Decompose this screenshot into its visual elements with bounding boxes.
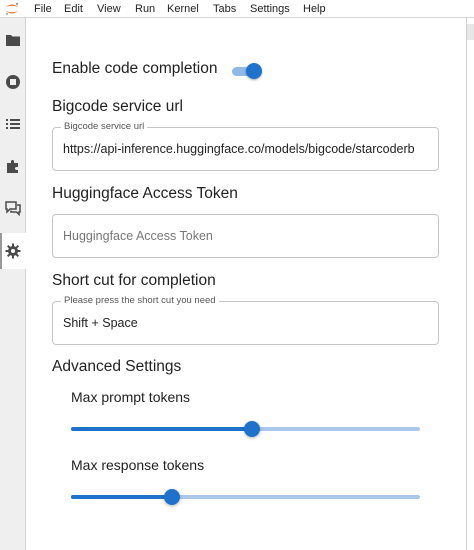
menu-edit[interactable]: Edit — [64, 2, 83, 16]
menu-view[interactable]: View — [97, 2, 121, 16]
toggle-thumb — [246, 63, 262, 79]
access-token-field[interactable]: Huggingface Access Token — [52, 214, 439, 258]
settings-panel: Enable code completion Bigcode service u… — [26, 18, 466, 550]
menu-file[interactable]: File — [34, 2, 52, 16]
max-response-tokens-slider[interactable] — [71, 488, 420, 506]
menu-tabs[interactable]: Tabs — [213, 2, 236, 16]
enable-completion-toggle[interactable] — [232, 63, 262, 79]
service-url-legend: Bigcode service url — [61, 121, 148, 132]
puzzle-icon[interactable] — [3, 156, 23, 176]
jupyter-logo-icon[interactable] — [4, 1, 20, 17]
folder-icon[interactable] — [3, 30, 23, 50]
max-response-tokens-label: Max response tokens — [71, 457, 205, 473]
enable-completion-label: Enable code completion — [52, 60, 218, 77]
menu-settings[interactable]: Settings — [250, 2, 290, 16]
menu-help[interactable]: Help — [303, 2, 326, 16]
shortcut-heading: Short cut for completion — [52, 272, 216, 289]
access-token-input[interactable]: Huggingface Access Token — [63, 229, 213, 243]
advanced-settings-heading: Advanced Settings — [52, 358, 182, 375]
menu-bar: File Edit View Run Kernel Tabs Settings … — [0, 0, 474, 18]
slider-fill — [71, 427, 253, 431]
stop-circle-icon[interactable] — [3, 72, 23, 92]
shortcut-field[interactable]: Please press the short cut you need Shif… — [52, 295, 439, 345]
max-prompt-tokens-label: Max prompt tokens — [71, 389, 191, 405]
service-url-input[interactable]: https://api-inference.huggingface.co/mod… — [63, 142, 435, 156]
right-sidebar-tab[interactable] — [467, 24, 474, 40]
gear-icon[interactable] — [0, 233, 26, 269]
service-url-field[interactable]: Bigcode service url https://api-inferenc… — [52, 121, 439, 171]
menu-run[interactable]: Run — [135, 2, 155, 16]
slider-knob[interactable] — [244, 421, 261, 437]
right-sidebar — [466, 18, 474, 550]
slider-knob[interactable] — [164, 489, 181, 505]
max-prompt-tokens-slider[interactable] — [71, 420, 420, 438]
chat-icon[interactable] — [3, 198, 23, 218]
menu-kernel[interactable]: Kernel — [167, 2, 199, 16]
service-url-heading: Bigcode service url — [52, 98, 183, 115]
access-token-heading: Huggingface Access Token — [52, 185, 238, 202]
slider-fill — [71, 495, 173, 499]
shortcut-legend: Please press the short cut you need — [61, 295, 219, 306]
left-sidebar — [0, 18, 26, 550]
list-icon[interactable] — [3, 114, 23, 134]
shortcut-input[interactable]: Shift + Space — [63, 316, 435, 330]
